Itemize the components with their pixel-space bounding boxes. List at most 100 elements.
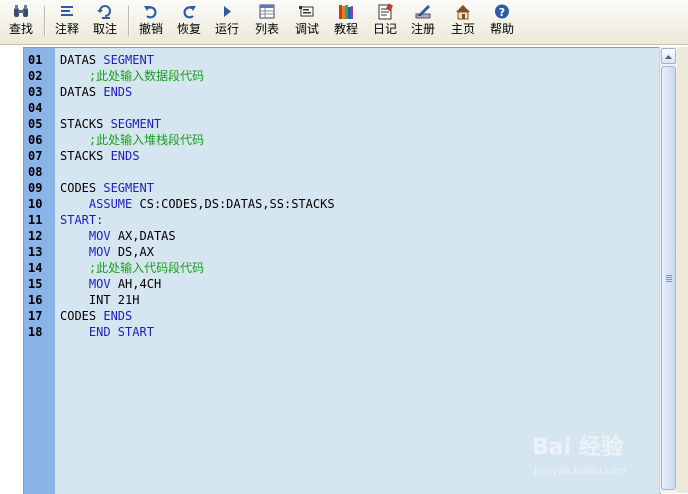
line-number: 08: [28, 165, 43, 179]
line-number: 07: [28, 149, 43, 163]
code-keyword: MOV: [88, 245, 111, 259]
code-line[interactable]: 12 MOV AX,DATAS: [24, 228, 660, 244]
line-number: 01: [28, 53, 43, 67]
code-comment: ;此处输入数据段代码: [60, 69, 205, 83]
code-text: DATAS: [60, 85, 104, 99]
register-icon: [415, 5, 431, 19]
list-icon: [259, 4, 275, 19]
list-button[interactable]: 列表: [250, 2, 284, 42]
line-number: 17: [28, 309, 43, 323]
binoculars-icon: [14, 5, 28, 17]
code-comment: ;此处输入堆栈段代码: [60, 133, 205, 147]
watermark-url: jingyan.baidu.com: [533, 466, 626, 477]
code-line[interactable]: 06 ;此处输入堆栈段代码: [24, 132, 660, 148]
home-icon: [456, 5, 470, 20]
line-number: 09: [28, 181, 43, 195]
help-label: 帮助: [489, 22, 514, 36]
code-line[interactable]: 01 DATAS SEGMENT: [24, 52, 660, 68]
code-line[interactable]: 09 CODES SEGMENT: [24, 180, 660, 196]
help-icon: ?: [495, 4, 509, 19]
code-line[interactable]: 08: [24, 164, 660, 180]
debug-label: 调试: [294, 22, 319, 36]
line-code: INT 21H: [60, 292, 140, 308]
code-line[interactable]: 17 CODES ENDS: [24, 308, 660, 324]
code-line[interactable]: 03 DATAS ENDS: [24, 84, 660, 100]
home-label: 主页: [450, 22, 475, 36]
find-label: 查找: [8, 22, 33, 36]
code-line[interactable]: 15 MOV AH,4CH: [24, 276, 660, 292]
code-line[interactable]: 02 ;此处输入数据段代码: [24, 68, 660, 84]
code-line[interactable]: 07 STACKS ENDS: [24, 148, 660, 164]
line-number: 13: [28, 245, 43, 259]
line-number: 15: [28, 277, 43, 291]
code-line[interactable]: 10 ASSUME CS:CODES,DS:DATAS,SS:STACKS: [24, 196, 660, 212]
undo-button[interactable]: 撤销: [134, 2, 168, 42]
home-button[interactable]: 主页: [446, 2, 480, 42]
line-code: MOV AH,4CH: [60, 276, 161, 292]
left-margin: [0, 47, 23, 493]
books-icon: [339, 5, 353, 19]
run-icon: [224, 6, 231, 17]
watermark-brand: Bai 经验: [532, 434, 623, 460]
run-button[interactable]: 运行: [210, 2, 244, 42]
register-button[interactable]: 注册: [406, 2, 440, 42]
code-keyword: START:: [60, 213, 104, 227]
code-keyword: MOV: [88, 229, 111, 243]
code-line[interactable]: 04: [24, 100, 660, 116]
code-line[interactable]: 11 START:: [24, 212, 660, 228]
code-keyword: ENDS: [103, 309, 133, 323]
line-number: 16: [28, 293, 43, 307]
code-text: INT 21H: [60, 293, 140, 307]
code-text: STACKS: [60, 149, 111, 163]
toolbar-separator: [128, 6, 130, 36]
line-number: 12: [28, 229, 43, 243]
redo-icon: [183, 6, 196, 19]
redo-button[interactable]: 恢复: [172, 2, 206, 42]
diary-button[interactable]: 日记: [368, 2, 402, 42]
undo-icon: [144, 6, 157, 19]
code-keyword: SEGMENT: [103, 181, 154, 195]
find-button[interactable]: 查找: [4, 2, 38, 42]
code-text: DATAS: [60, 53, 104, 67]
code-keyword: SEGMENT: [110, 117, 162, 131]
redo-label: 恢复: [176, 22, 201, 36]
thumb-grip: [666, 279, 672, 280]
code-line[interactable]: 14 ;此处输入代码段代码: [24, 260, 660, 276]
help-button[interactable]: ? 帮助: [485, 2, 519, 42]
vertical-scrollbar[interactable]: [659, 47, 677, 493]
tutorial-label: 教程: [333, 22, 358, 36]
tutorial-button[interactable]: 教程: [329, 2, 363, 42]
scroll-thumb[interactable]: [661, 66, 676, 490]
code-line[interactable]: 05 STACKS SEGMENT: [24, 116, 660, 132]
scroll-up-button[interactable]: [661, 48, 676, 64]
line-number: 04: [28, 101, 43, 115]
code-line[interactable]: 13 MOV DS,AX: [24, 244, 660, 260]
code-line[interactable]: 16 INT 21H: [24, 292, 660, 308]
code-text: DS,AX: [110, 245, 154, 259]
line-code: CODES SEGMENT: [60, 180, 154, 196]
line-number: 02: [28, 69, 43, 83]
code-comment: ;此处输入代码段代码: [60, 261, 205, 275]
line-number: 03: [28, 85, 43, 99]
code-line[interactable]: 18 END START: [24, 324, 660, 340]
line-code: STACKS SEGMENT: [60, 116, 161, 132]
line-code: ASSUME CS:CODES,DS:DATAS,SS:STACKS: [60, 196, 335, 212]
debug-icon: [299, 6, 314, 17]
line-code: ;此处输入代码段代码: [60, 260, 204, 276]
comment-button[interactable]: 注释: [50, 2, 84, 42]
list-label: 列表: [254, 22, 279, 36]
window-right-edge: [677, 47, 688, 493]
diary-label: 日记: [372, 22, 397, 36]
comment-icon: [61, 6, 73, 16]
code-keyword: SEGMENT: [103, 53, 154, 67]
code-editor[interactable]: 01 DATAS SEGMENT 02 ;此处输入数据段代码 03 DATAS ENDS…: [23, 47, 661, 494]
line-code: START:: [60, 212, 103, 228]
diary-icon: [378, 3, 394, 20]
uncomment-button[interactable]: 取注: [88, 2, 122, 42]
debug-button[interactable]: 调试: [290, 2, 324, 42]
